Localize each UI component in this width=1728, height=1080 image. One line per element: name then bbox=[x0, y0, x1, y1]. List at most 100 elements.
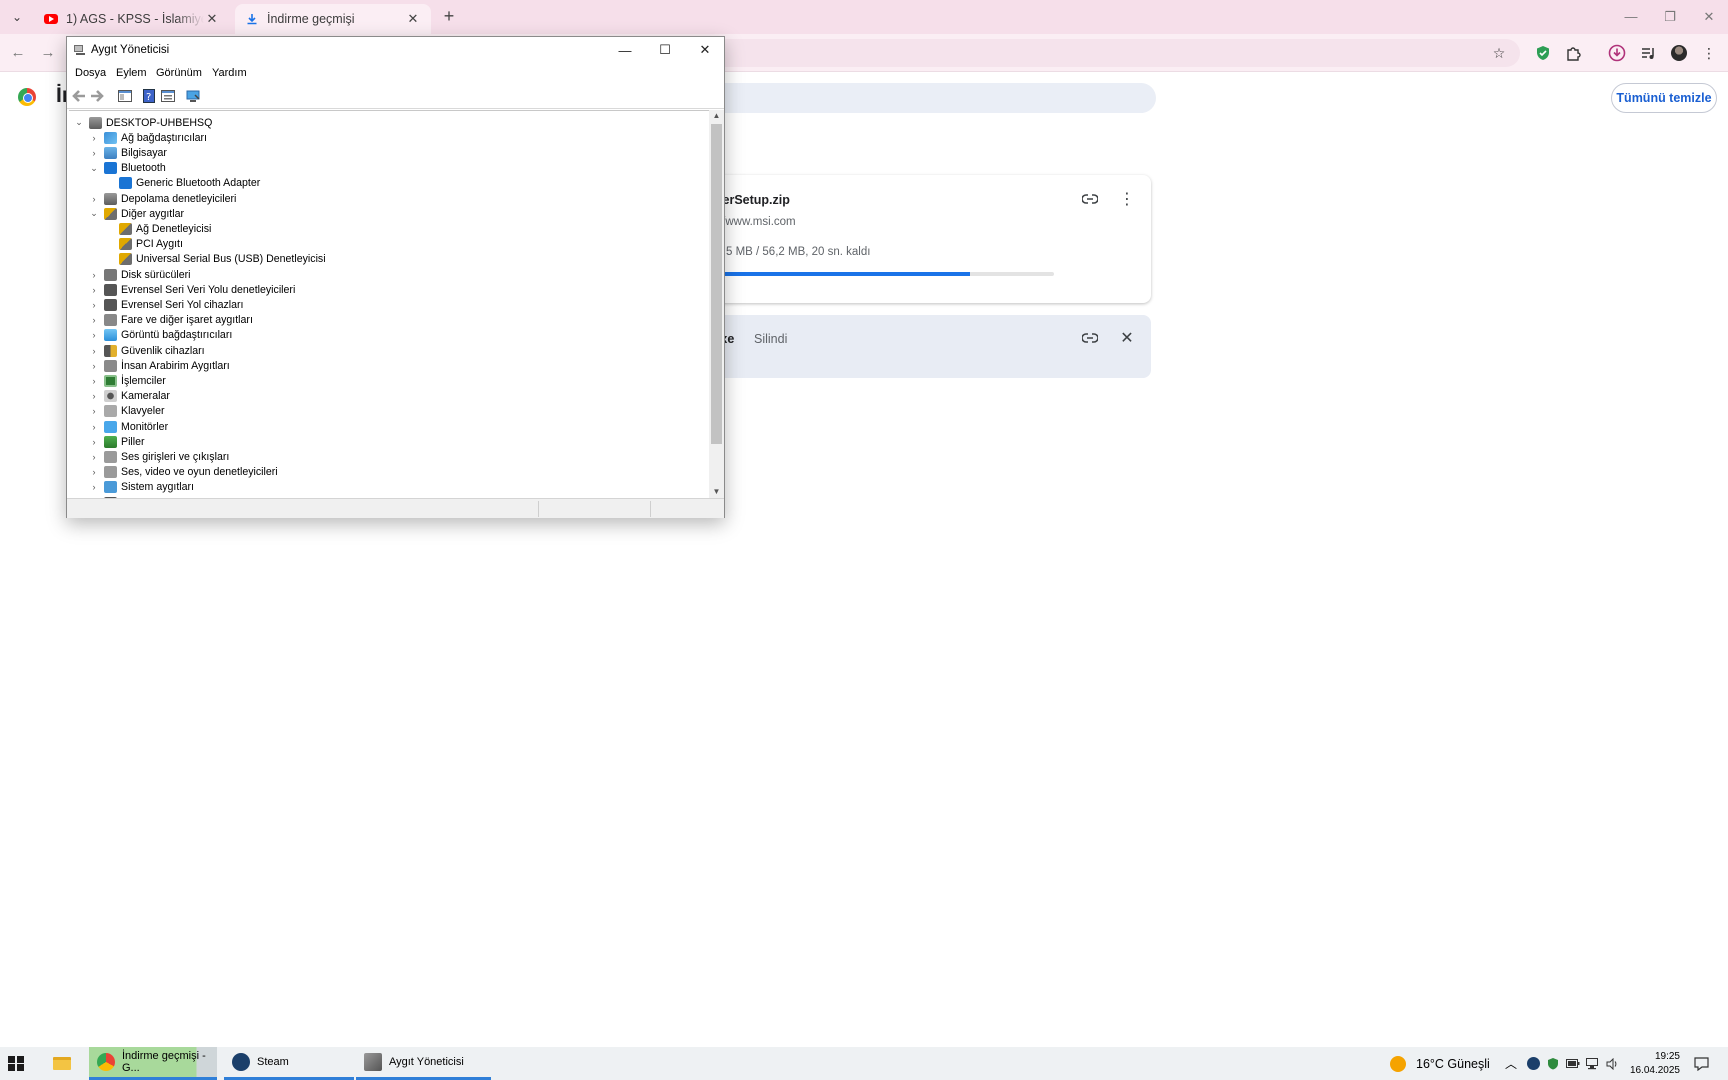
chrome-menu-icon[interactable]: ⋮ bbox=[1699, 43, 1719, 63]
device-category[interactable]: › Kameralar bbox=[88, 389, 170, 404]
scrollbar-thumb[interactable] bbox=[711, 124, 722, 444]
tab-search-chevron-icon[interactable]: ⌄ bbox=[6, 6, 28, 28]
downloads-indicator-icon[interactable] bbox=[1607, 43, 1627, 63]
menu-view[interactable]: Görünüm bbox=[156, 67, 202, 79]
device-category[interactable]: › Bilgisayar bbox=[88, 145, 167, 160]
taskbar-app-steam[interactable]: Steam bbox=[224, 1047, 354, 1080]
device-category[interactable]: › Evrensel Seri Yol cihazları bbox=[88, 297, 243, 312]
device-category[interactable]: › İnsan Arabirim Aygıtları bbox=[88, 358, 230, 373]
collapsed-chevron-icon[interactable]: › bbox=[88, 346, 100, 356]
collapsed-chevron-icon[interactable]: › bbox=[88, 270, 100, 280]
more-actions-icon[interactable]: ⋮ bbox=[1116, 188, 1138, 210]
tree-scrollbar[interactable]: ▲ ▼ bbox=[709, 110, 724, 498]
expanded-chevron-icon[interactable]: ⌄ bbox=[88, 208, 100, 219]
collapsed-chevron-icon[interactable]: › bbox=[88, 467, 100, 477]
device-category[interactable]: › Depolama denetleyicileri bbox=[88, 191, 236, 206]
scroll-down-icon[interactable]: ▼ bbox=[709, 486, 724, 498]
collapsed-chevron-icon[interactable]: › bbox=[88, 482, 100, 492]
menu-help[interactable]: Yardım bbox=[212, 67, 247, 79]
tab-close-icon[interactable]: ✕ bbox=[204, 11, 220, 27]
help-icon[interactable]: ? bbox=[141, 89, 157, 103]
new-tab-button[interactable]: + bbox=[438, 6, 460, 28]
tab-download-history[interactable]: İndirme geçmişi ✕ bbox=[235, 4, 431, 34]
device-category[interactable]: › Fare ve diğer işaret aygıtları bbox=[88, 313, 253, 328]
forward-arrow-icon[interactable] bbox=[89, 89, 105, 103]
device-category[interactable]: › İşlemciler bbox=[88, 373, 166, 388]
collapsed-chevron-icon[interactable]: › bbox=[88, 330, 100, 340]
collapsed-chevron-icon[interactable]: › bbox=[88, 361, 100, 371]
copy-link-icon[interactable] bbox=[1079, 188, 1101, 210]
taskbar-clock[interactable]: 19:25 16.04.2025 bbox=[1630, 1047, 1680, 1080]
collapsed-chevron-icon[interactable]: › bbox=[88, 300, 100, 310]
device-manager-titlebar[interactable]: Aygıt Yöneticisi — ☐ ✕ bbox=[67, 37, 724, 63]
collapsed-chevron-icon[interactable]: › bbox=[88, 285, 100, 295]
device-category[interactable]: › Güvenlik cihazları bbox=[88, 343, 205, 358]
device-item[interactable]: Generic Bluetooth Adapter bbox=[103, 176, 260, 191]
steam-tray-icon[interactable] bbox=[1525, 1047, 1541, 1080]
taskbar-app-device-manager[interactable]: Aygıt Yöneticisi bbox=[356, 1047, 491, 1080]
expand-chevron-icon[interactable]: ⌄ bbox=[73, 117, 85, 128]
forward-icon[interactable]: → bbox=[38, 43, 58, 63]
bookmark-star-icon[interactable]: ☆ bbox=[1489, 43, 1509, 63]
network-tray-icon[interactable] bbox=[1585, 1047, 1601, 1080]
device-category[interactable]: ⌄ Bluetooth bbox=[88, 161, 166, 176]
device-item[interactable]: PCI Aygıtı bbox=[103, 237, 183, 252]
maximize-icon[interactable]: ☐ bbox=[645, 37, 685, 63]
close-icon[interactable]: ✕ bbox=[1689, 4, 1728, 30]
start-button[interactable] bbox=[8, 1047, 32, 1080]
device-category[interactable]: › Sistem aygıtları bbox=[88, 480, 194, 495]
collapsed-chevron-icon[interactable]: › bbox=[88, 391, 100, 401]
collapsed-chevron-icon[interactable]: › bbox=[88, 148, 100, 158]
device-item[interactable]: Universal Serial Bus (USB) Denetleyicisi bbox=[103, 252, 326, 267]
device-category[interactable]: › Piller bbox=[88, 434, 145, 449]
maximize-icon[interactable]: ❐ bbox=[1650, 4, 1690, 30]
minimize-icon[interactable]: — bbox=[1611, 4, 1651, 30]
collapsed-chevron-icon[interactable]: › bbox=[88, 406, 100, 416]
weather-sun-icon[interactable] bbox=[1390, 1047, 1408, 1080]
volume-tray-icon[interactable] bbox=[1605, 1047, 1621, 1080]
back-icon[interactable]: ← bbox=[8, 43, 28, 63]
tab-close-icon[interactable]: ✕ bbox=[405, 11, 421, 27]
device-category[interactable]: › Ses girişleri ve çıkışları bbox=[88, 449, 229, 464]
copy-link-icon[interactable] bbox=[1079, 327, 1101, 349]
tree-root-computer[interactable]: ⌄ DESKTOP-UHBEHSQ bbox=[73, 115, 212, 130]
device-item[interactable]: Ağ Denetleyicisi bbox=[103, 221, 211, 236]
taskbar-app-chrome[interactable]: İndirme geçmişi - G... bbox=[89, 1047, 217, 1080]
weather-text[interactable]: 16°C Güneşli bbox=[1416, 1047, 1490, 1080]
collapsed-chevron-icon[interactable]: › bbox=[88, 437, 100, 447]
device-category[interactable]: › Monitörler bbox=[88, 419, 168, 434]
device-category[interactable]: › Ses, video ve oyun denetleyicileri bbox=[88, 465, 278, 480]
close-icon[interactable]: ✕ bbox=[685, 37, 725, 63]
collapsed-chevron-icon[interactable]: › bbox=[88, 452, 100, 462]
back-arrow-icon[interactable] bbox=[71, 89, 87, 103]
tray-overflow-chevron-icon[interactable]: ︿ bbox=[1505, 1047, 1517, 1080]
show-hide-console-tree-icon[interactable] bbox=[117, 89, 133, 103]
device-category[interactable]: › Klavyeler bbox=[88, 404, 165, 419]
collapsed-chevron-icon[interactable]: › bbox=[88, 315, 100, 325]
file-explorer-button[interactable] bbox=[50, 1047, 74, 1080]
notification-center-icon[interactable] bbox=[1693, 1047, 1709, 1080]
device-category[interactable]: › Evrensel Seri Veri Yolu denetleyicileri bbox=[88, 282, 295, 297]
menu-action[interactable]: Eylem bbox=[116, 67, 147, 79]
device-category[interactable]: ⌄ Diğer aygıtlar bbox=[88, 206, 184, 221]
collapsed-chevron-icon[interactable]: › bbox=[88, 133, 100, 143]
device-category[interactable]: › Disk sürücüleri bbox=[88, 267, 190, 282]
properties-icon[interactable] bbox=[160, 89, 176, 103]
minimize-icon[interactable]: — bbox=[605, 37, 645, 63]
profile-avatar[interactable] bbox=[1669, 43, 1689, 63]
clear-all-button[interactable]: Tümünü temizle bbox=[1611, 83, 1717, 113]
battery-tray-icon[interactable] bbox=[1565, 1047, 1581, 1080]
expanded-chevron-icon[interactable]: ⌄ bbox=[88, 163, 100, 174]
menu-file[interactable]: Dosya bbox=[75, 67, 106, 79]
collapsed-chevron-icon[interactable]: › bbox=[88, 376, 100, 386]
extensions-puzzle-icon[interactable] bbox=[1563, 43, 1583, 63]
scan-hardware-icon[interactable] bbox=[185, 89, 201, 103]
device-category[interactable]: › Görüntü bağdaştırıcıları bbox=[88, 328, 232, 343]
collapsed-chevron-icon[interactable]: › bbox=[88, 194, 100, 204]
security-shield-tray-icon[interactable] bbox=[1545, 1047, 1561, 1080]
address-bar[interactable] bbox=[690, 39, 1520, 67]
remove-item-icon[interactable]: ✕ bbox=[1116, 327, 1138, 349]
scroll-up-icon[interactable]: ▲ bbox=[709, 110, 724, 122]
media-control-icon[interactable] bbox=[1638, 43, 1658, 63]
device-category[interactable]: › Ağ bağdaştırıcıları bbox=[88, 130, 207, 145]
